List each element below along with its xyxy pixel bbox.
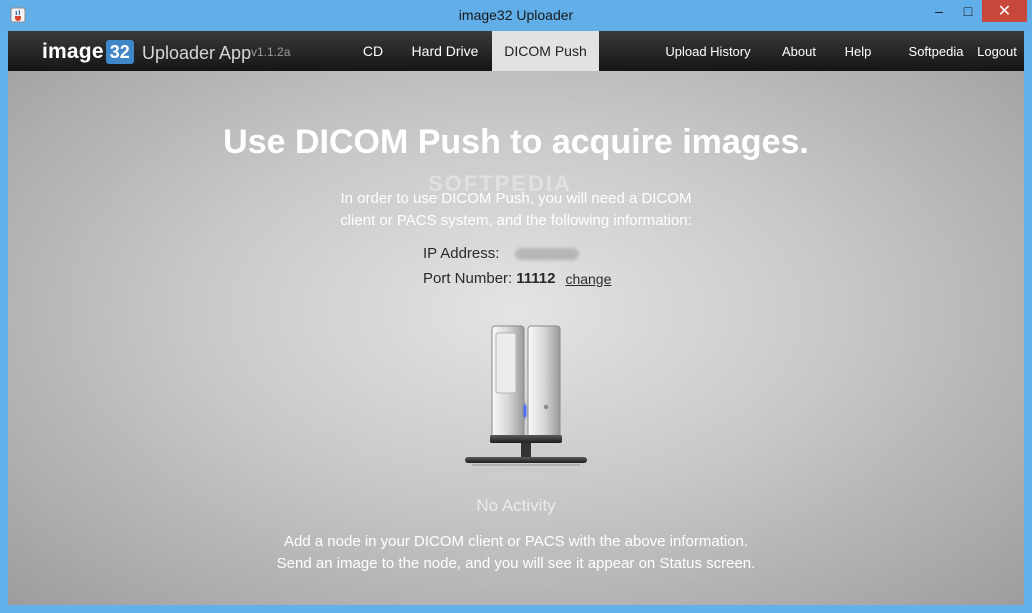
nav-help[interactable]: Help	[840, 31, 876, 71]
ip-address-label: IP Address:	[423, 245, 500, 262]
main-content: Use DICOM Push to acquire images. SOFTPE…	[8, 71, 1024, 605]
maximize-button[interactable]: □	[954, 0, 982, 22]
tab-dicom-push[interactable]: DICOM Push	[492, 31, 599, 71]
instructions: Add a node in your DICOM client or PACS …	[8, 531, 1024, 575]
nav-logout[interactable]: Logout	[974, 31, 1020, 71]
intro-line-1: In order to use DICOM Push, you will nee…	[340, 190, 692, 207]
logo-text: image	[42, 40, 104, 63]
tab-hard-drive[interactable]: Hard Drive	[402, 31, 488, 71]
title-bar: image32 Uploader – □ ✕	[0, 0, 1032, 31]
instruction-line-1: Add a node in your DICOM client or PACS …	[283, 533, 749, 550]
page-heading: Use DICOM Push to acquire images.	[223, 123, 809, 161]
intro-line-2: client or PACS system, and the following…	[340, 212, 692, 229]
nav-bar: image 32 Uploader App v1.1.2a CD Hard Dr…	[8, 31, 1024, 71]
tab-cd[interactable]: CD	[354, 31, 392, 71]
activity-status: No Activity	[476, 496, 556, 515]
window-title: image32 Uploader	[458, 7, 574, 23]
ip-address-row: IP Address:	[423, 245, 580, 262]
nav-about[interactable]: About	[778, 31, 820, 71]
close-button[interactable]: ✕	[982, 0, 1027, 22]
nav-softpedia[interactable]: Softpedia	[906, 31, 966, 71]
port-number-label: Port Number:	[423, 270, 513, 287]
app-logo: image 32	[42, 40, 134, 64]
logo-badge: 32	[105, 40, 134, 64]
app-name: Uploader App	[142, 43, 252, 63]
server-icon	[465, 325, 587, 466]
port-number-row: Port Number: 11112 change	[423, 270, 611, 287]
change-port-link[interactable]: change	[565, 271, 611, 287]
minimize-button[interactable]: –	[924, 0, 954, 22]
instruction-line-2: Send an image to the node, and you will …	[276, 555, 756, 572]
port-number-value: 11112	[516, 270, 556, 287]
app-version: v1.1.2a	[251, 45, 291, 59]
app-window: image32 Uploader – □ ✕ image 32 Uploader…	[0, 0, 1032, 613]
ip-address-value-redacted	[515, 247, 580, 260]
nav-upload-history[interactable]: Upload History	[660, 31, 756, 71]
